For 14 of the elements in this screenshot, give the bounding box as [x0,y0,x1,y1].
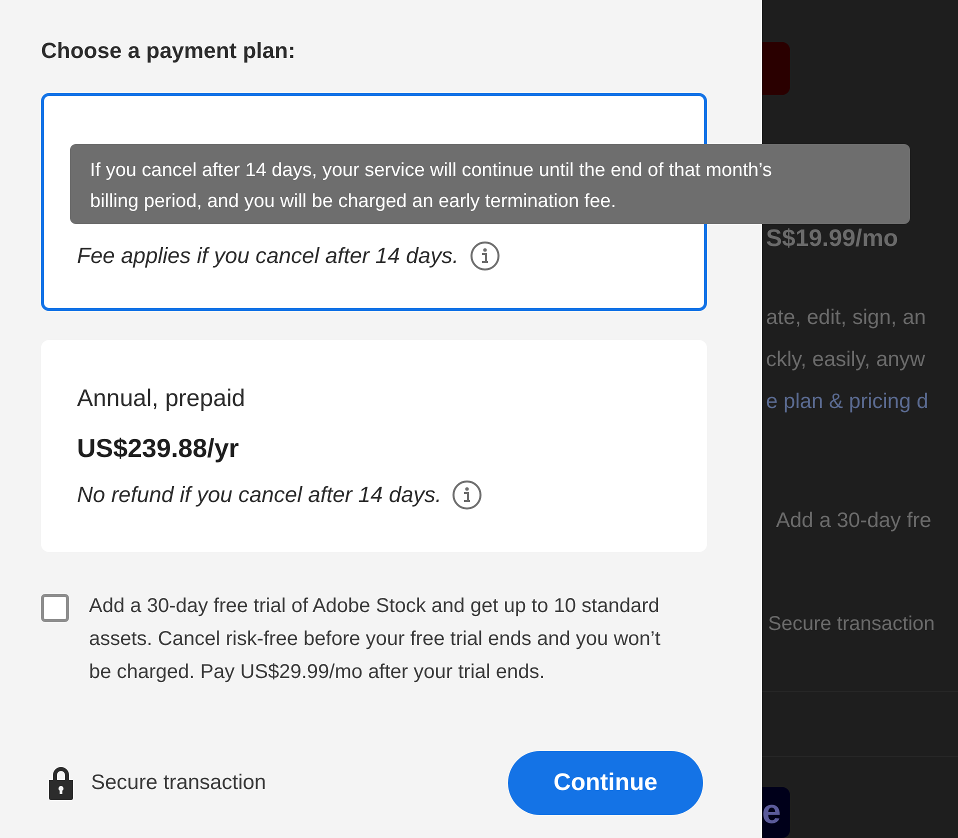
offer-text: Add a 30-day fre [775,508,932,534]
plan-note: Fee applies if you cancel after 14 days. [77,242,459,270]
description-line: ckly, easily, anyw [766,347,926,374]
panel-heading: Choose a payment plan: [41,37,296,65]
product-price: S$19.99/mo [765,224,900,254]
secure-label: Secure transaction [767,612,936,637]
plan-price: US$239.88/yr [77,432,240,465]
secure-label: Secure transaction [91,770,266,796]
stock-offer-text: Add a 30-day free trial of Adobe Stock and get up to 10 standard assets. Cancel risk-free before your free trial ends and you won’t be charged. Pay US$29.99/mo after your trial ends. [89,594,662,685]
plan-note: No refund if you cancel after 14 days. [77,481,442,509]
tooltip-text: If you cancel after 14 days, your service will continue until the end of that month’s billing period, and you will be charged an early termination fee. [90,159,773,214]
app-logo: e [762,786,790,838]
description-line: ate, edit, sign, an [766,305,927,332]
plan-name: Annual, prepaid [77,384,246,414]
